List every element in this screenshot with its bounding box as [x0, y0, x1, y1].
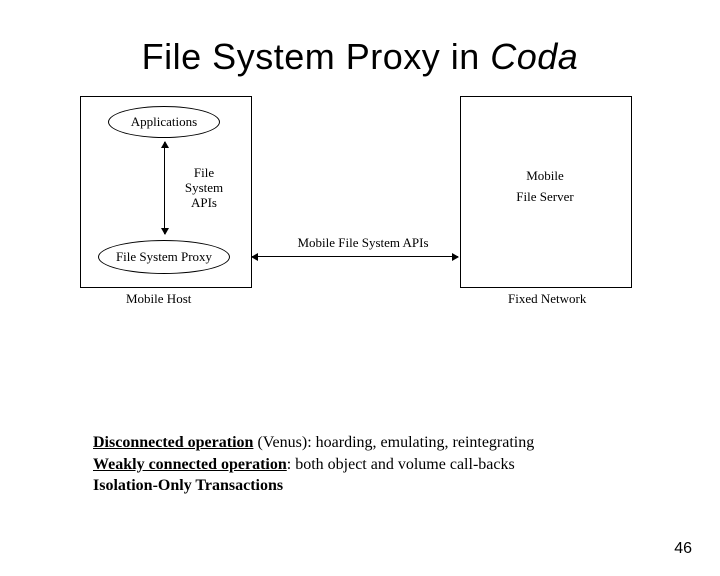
fsapi-line3: APIs: [174, 196, 234, 211]
note3-term: Isolation-Only Transactions: [93, 477, 283, 494]
note2-term: Weakly connected operation: [93, 456, 287, 473]
note1-rest: (Venus): hoarding, emulating, reintegrat…: [253, 434, 534, 451]
fixed-network-caption: Fixed Network: [508, 292, 586, 307]
server-line1: Mobile: [510, 166, 580, 187]
fsapi-line1: File: [174, 166, 234, 181]
slide-title: File System Proxy in Coda: [0, 36, 720, 78]
slide-title-italic: Coda: [490, 36, 578, 77]
page-number: 46: [674, 540, 692, 558]
vertical-double-arrow: [164, 142, 165, 234]
proxy-label: File System Proxy: [116, 250, 212, 265]
note-line-3: Isolation-Only Transactions: [93, 475, 653, 497]
mobile-host-caption: Mobile Host: [126, 292, 191, 307]
mobile-file-server-label: Mobile File Server: [510, 166, 580, 208]
server-line2: File Server: [510, 187, 580, 208]
file-system-proxy-ellipse: File System Proxy: [98, 240, 230, 274]
note-line-2: Weakly connected operation: both object …: [93, 454, 653, 476]
note1-term: Disconnected operation: [93, 434, 253, 451]
architecture-diagram: Applications File System Proxy File Syst…: [80, 92, 640, 322]
note-line-1: Disconnected operation (Venus): hoarding…: [93, 432, 653, 454]
applications-ellipse: Applications: [108, 106, 220, 138]
notes-block: Disconnected operation (Venus): hoarding…: [93, 432, 653, 497]
fsapi-line2: System: [174, 181, 234, 196]
mobile-file-system-apis-label: Mobile File System APIs: [288, 236, 438, 251]
applications-label: Applications: [131, 115, 197, 130]
note2-rest: : both object and volume call-backs: [287, 456, 515, 473]
horizontal-double-arrow: [252, 256, 458, 257]
slide-title-pre: File System Proxy in: [142, 36, 491, 77]
file-system-apis-label: File System APIs: [174, 166, 234, 211]
